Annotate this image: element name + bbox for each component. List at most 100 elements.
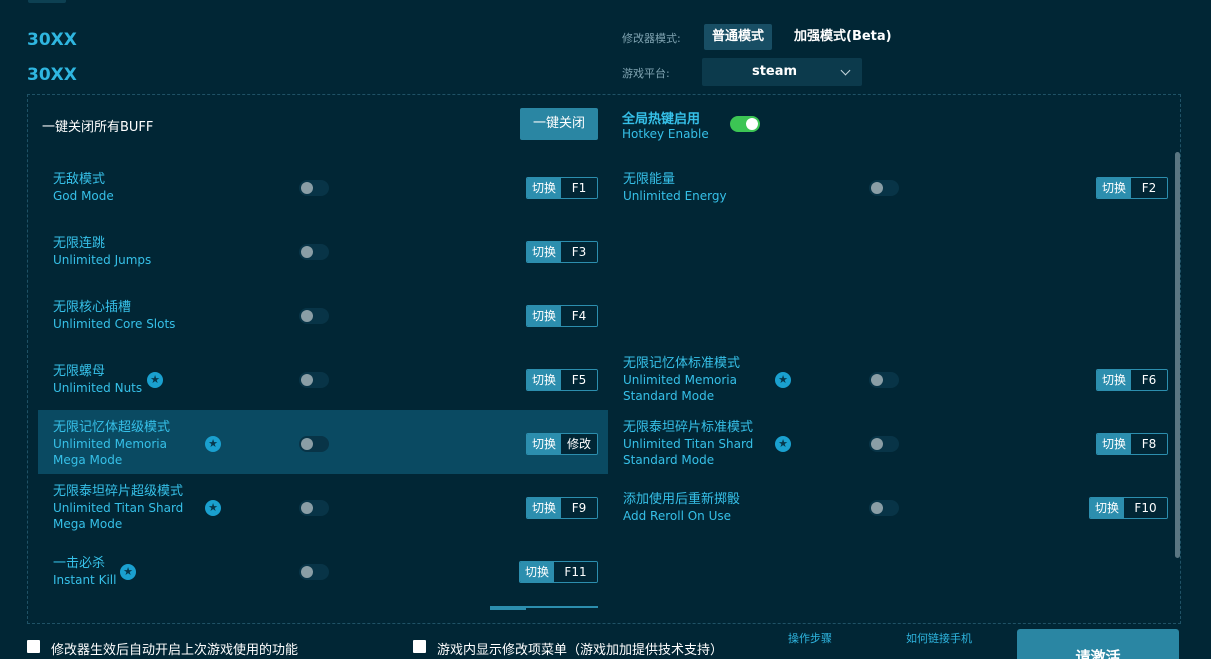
cheat-label: 一击必杀Instant Kill	[53, 555, 116, 588]
hotkey-button[interactable]: 切换F9	[526, 497, 598, 519]
cheat-name-en: Mega Mode	[53, 452, 170, 468]
star-icon: ★	[775, 372, 791, 388]
normal-mode-button[interactable]: 普通模式	[704, 24, 772, 50]
cheat-name-cn: 无限核心插槽	[53, 299, 175, 316]
mode-label: 修改器模式:	[622, 30, 681, 46]
hotkey-button[interactable]: 切换F2	[1096, 177, 1168, 199]
hotkey-enable-toggle[interactable]	[730, 116, 760, 132]
hotkey-button[interactable]: 切换F8	[1096, 433, 1168, 455]
cheat-name-cn: 无限泰坦碎片标准模式	[623, 419, 753, 436]
star-icon: ★	[775, 436, 791, 452]
cheat-name-cn: 无限记忆体标准模式	[623, 355, 740, 372]
star-icon: ★	[205, 436, 221, 452]
cheat-label: 无限记忆体超级模式Unlimited MemoriaMega Mode	[53, 419, 170, 468]
cheat-name-en: Unlimited Memoria	[53, 436, 170, 452]
phone-link[interactable]: 如何链接手机	[906, 630, 972, 646]
in-game-menu-label: 游戏内显示修改项菜单（游戏加加提供技术支持）	[437, 639, 723, 658]
hotkey-key: 修改	[561, 434, 597, 454]
cheat-name-en: Unlimited Core Slots	[53, 316, 175, 332]
cheat-toggle[interactable]	[869, 500, 899, 516]
cheat-name-cn: 无限螺母	[53, 363, 142, 380]
cheat-name-cn: 无敌模式	[53, 171, 114, 188]
cheat-toggle[interactable]	[299, 180, 329, 196]
cheat-label: 无限泰坦碎片超级模式Unlimited Titan ShardMega Mode	[53, 483, 183, 532]
switch-label: 切换	[527, 242, 561, 262]
switch-label: 切换	[527, 178, 561, 198]
hotkey-key: F5	[561, 370, 597, 390]
cheat-toggle[interactable]	[299, 308, 329, 324]
platform-select[interactable]: steam	[702, 58, 862, 86]
switch-label: 切换	[527, 370, 561, 390]
hotkey-button[interactable]: 切换F11	[519, 561, 598, 583]
scrollbar[interactable]	[1175, 152, 1180, 558]
cheat-toggle[interactable]	[869, 180, 899, 196]
cheat-name-cn: 无限连跳	[53, 235, 151, 252]
cheat-toggle[interactable]	[299, 244, 329, 260]
cheat-toggle[interactable]	[299, 436, 329, 452]
cheat-name-en: Instant Kill	[53, 572, 116, 588]
cheat-label: 无限能量Unlimited Energy	[623, 171, 727, 204]
cheat-name-en: Unlimited Memoria	[623, 372, 740, 388]
platform-value: steam	[702, 58, 847, 86]
cheat-name-en: Unlimited Energy	[623, 188, 727, 204]
close-all-label: 一键关闭所有BUFF	[42, 116, 153, 135]
cheat-toggle[interactable]	[299, 564, 329, 580]
switch-label: 切换	[527, 434, 561, 454]
top-tab[interactable]	[28, 0, 66, 3]
star-icon: ★	[147, 372, 163, 388]
switch-label: 切换	[1097, 370, 1131, 390]
hotkey-key: F8	[1131, 434, 1167, 454]
cheat-panel	[27, 94, 1181, 624]
hotkey-button[interactable]: 切换修改	[526, 433, 598, 455]
steps-link[interactable]: 操作步骤	[788, 630, 832, 646]
in-game-menu-checkbox[interactable]	[413, 640, 426, 653]
cheat-name-en: Unlimited Nuts	[53, 380, 142, 396]
hotkey-subtitle: Hotkey Enable	[622, 127, 709, 141]
cheat-toggle[interactable]	[869, 436, 899, 452]
hotkey-button[interactable]: 切换F5	[526, 369, 598, 391]
auto-enable-checkbox[interactable]	[27, 640, 40, 653]
cheat-name-en: Unlimited Jumps	[53, 252, 151, 268]
cheat-label: 无限记忆体标准模式Unlimited MemoriaStandard Mode	[623, 355, 740, 404]
close-all-button[interactable]: 一键关闭	[520, 108, 598, 140]
cheat-name-en: Mega Mode	[53, 516, 183, 532]
star-icon: ★	[120, 564, 136, 580]
hotkey-button[interactable]: 切换F3	[526, 241, 598, 263]
cheat-name-en: Add Reroll On Use	[623, 508, 740, 524]
cheat-name-en: Standard Mode	[623, 452, 753, 468]
cheat-name-en: God Mode	[53, 188, 114, 204]
hotkey-button-partial[interactable]	[490, 606, 598, 610]
hotkey-button[interactable]: 切换F10	[1089, 497, 1168, 519]
hotkey-key: F10	[1124, 498, 1167, 518]
game-subtitle: 30XX	[27, 65, 77, 85]
hotkey-key: F1	[561, 178, 597, 198]
cheat-label: 无敌模式God Mode	[53, 171, 114, 204]
hotkey-key: F6	[1131, 370, 1167, 390]
switch-label: 切换	[520, 562, 554, 582]
cheat-name-cn: 无限泰坦碎片超级模式	[53, 483, 183, 500]
cheat-name-cn: 无限记忆体超级模式	[53, 419, 170, 436]
hotkey-key: F11	[554, 562, 597, 582]
switch-label: 切换	[1097, 434, 1131, 454]
hotkey-key: F9	[561, 498, 597, 518]
hotkey-button[interactable]: 切换F4	[526, 305, 598, 327]
cheat-label: 无限泰坦碎片标准模式Unlimited Titan ShardStandard …	[623, 419, 753, 468]
cheat-name-cn: 一击必杀	[53, 555, 116, 572]
cheat-name-en: Standard Mode	[623, 388, 740, 404]
cheat-toggle[interactable]	[299, 372, 329, 388]
activate-button[interactable]: 请激活	[1017, 629, 1179, 659]
cheat-name-cn: 添加使用后重新掷骰	[623, 491, 740, 508]
hotkey-button[interactable]: 切换F1	[526, 177, 598, 199]
cheat-label: 无限核心插槽Unlimited Core Slots	[53, 299, 175, 332]
switch-label: 切换	[527, 498, 561, 518]
cheat-toggle[interactable]	[299, 500, 329, 516]
hotkey-key: F4	[561, 306, 597, 326]
cheat-name-en: Unlimited Titan Shard	[623, 436, 753, 452]
cheat-toggle[interactable]	[869, 372, 899, 388]
cheat-label: 无限连跳Unlimited Jumps	[53, 235, 151, 268]
switch-label: 切换	[1090, 498, 1124, 518]
hotkey-button[interactable]: 切换F6	[1096, 369, 1168, 391]
auto-enable-label: 修改器生效后自动开启上次游戏使用的功能	[51, 639, 298, 658]
enhanced-mode-button[interactable]: 加强模式(Beta)	[786, 24, 900, 50]
hotkey-key: F3	[561, 242, 597, 262]
